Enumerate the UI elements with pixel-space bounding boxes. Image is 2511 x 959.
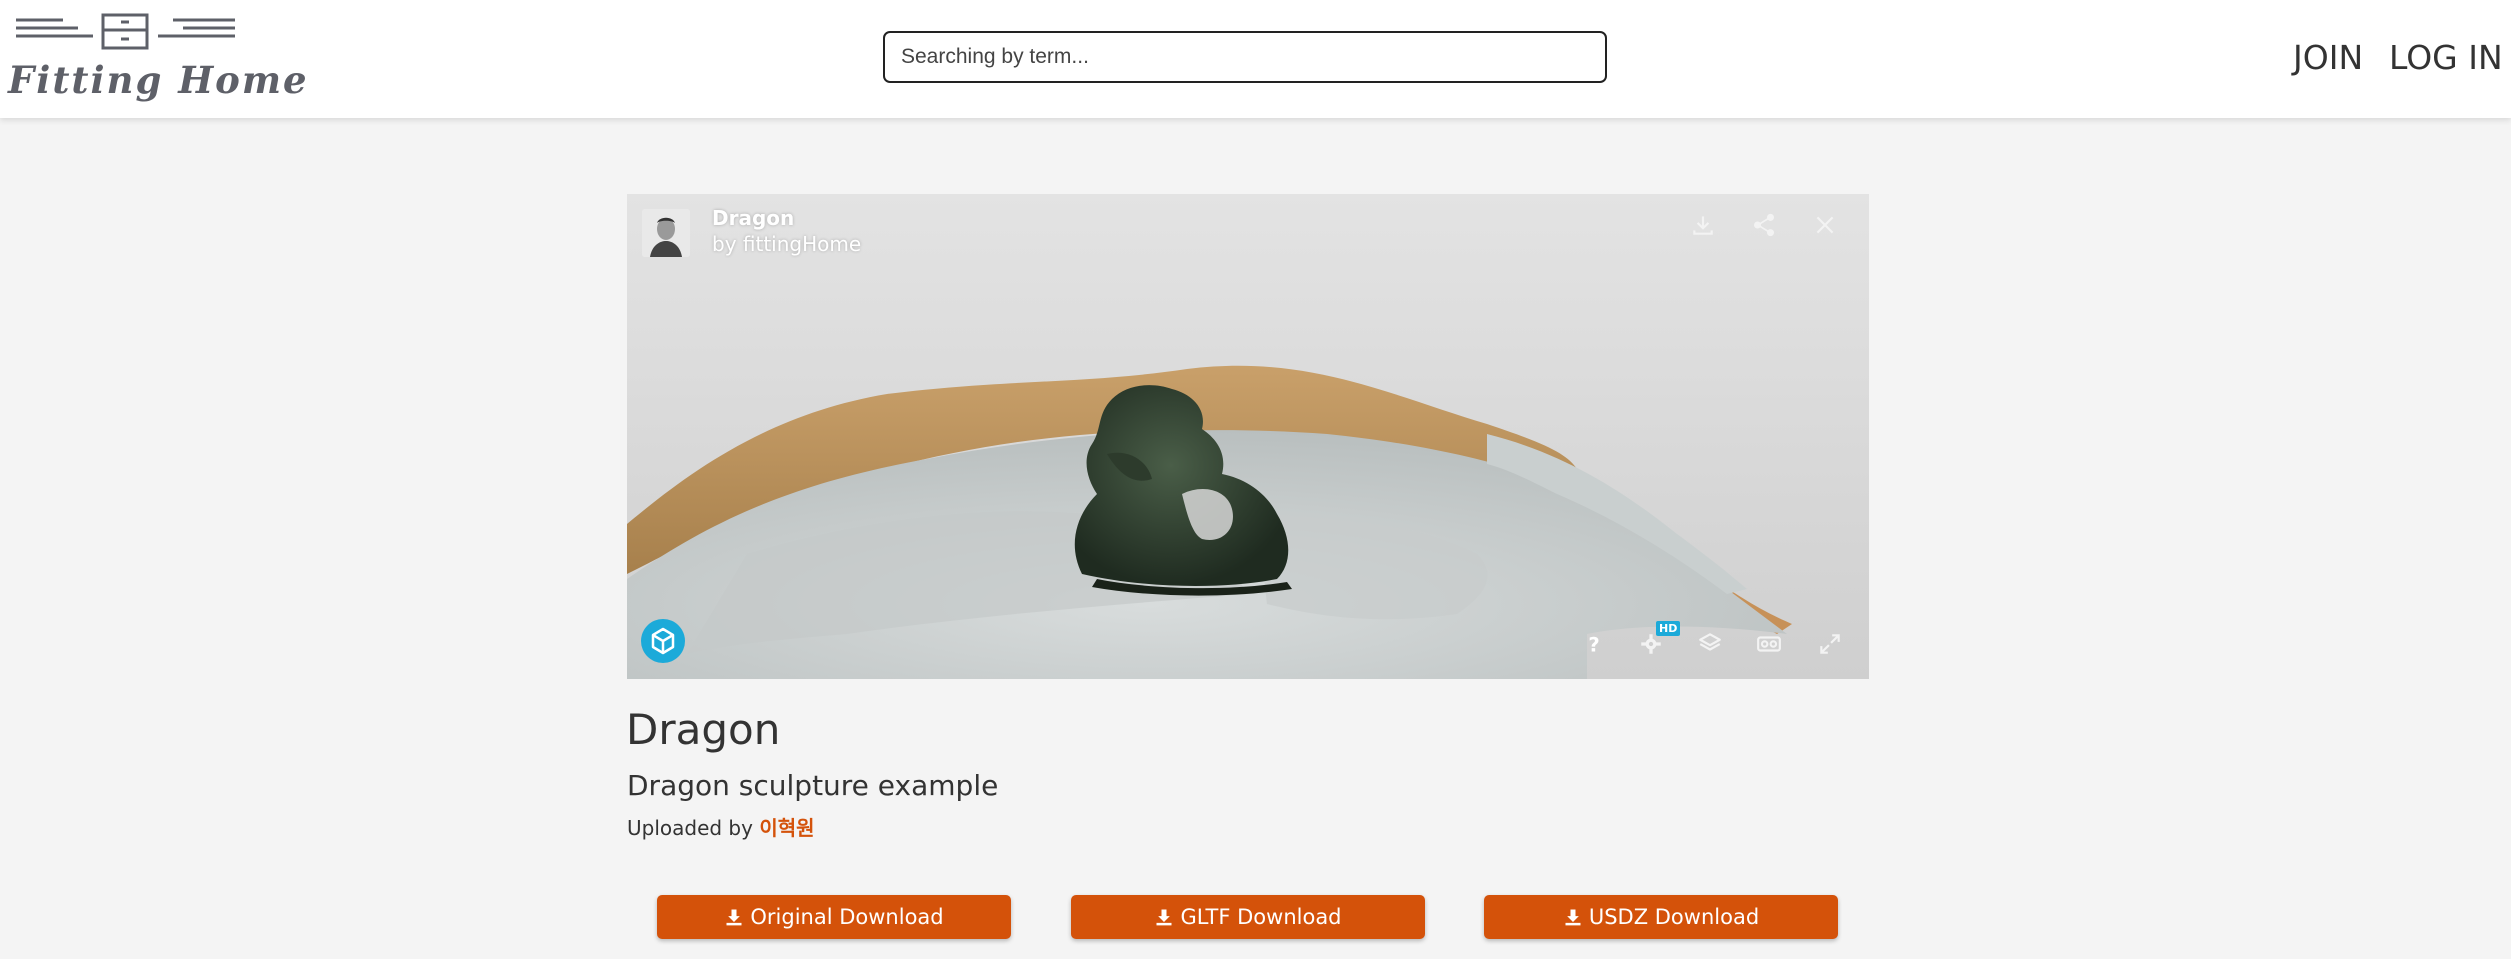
original-download-button[interactable]: Original Download bbox=[657, 895, 1011, 939]
join-link[interactable]: JOIN bbox=[2293, 38, 2363, 77]
button-label: USDZ Download bbox=[1588, 905, 1760, 929]
login-link[interactable]: LOG IN bbox=[2389, 38, 2503, 77]
close-icon[interactable] bbox=[1812, 212, 1838, 238]
download-icon bbox=[726, 909, 742, 926]
download-icon[interactable] bbox=[1690, 212, 1716, 238]
button-label: GLTF Download bbox=[1180, 905, 1342, 929]
viewer-by-prefix: by bbox=[712, 232, 737, 256]
uploader-link[interactable]: 이혁원 bbox=[759, 816, 814, 840]
cube-icon bbox=[651, 627, 675, 655]
fullscreen-icon[interactable] bbox=[1817, 631, 1843, 657]
share-icon[interactable] bbox=[1751, 212, 1777, 238]
viewer-model-title[interactable]: Dragon bbox=[712, 206, 794, 230]
viewer-author-link[interactable]: fittingHome bbox=[743, 232, 861, 256]
usdz-download-button[interactable]: USDZ Download bbox=[1484, 895, 1838, 939]
model-description: Dragon sculpture example bbox=[627, 769, 999, 802]
vr-icon[interactable] bbox=[1756, 631, 1782, 657]
furniture-logo-icon bbox=[16, 13, 235, 50]
button-label: Original Download bbox=[750, 905, 944, 929]
search-input[interactable] bbox=[883, 31, 1607, 83]
help-icon[interactable]: ? bbox=[1581, 631, 1607, 657]
author-avatar[interactable] bbox=[642, 209, 690, 257]
viewer-author-line: by fittingHome bbox=[712, 232, 861, 256]
layers-icon[interactable] bbox=[1697, 630, 1723, 656]
top-header: Fitting Home JOIN LOG IN bbox=[0, 0, 2511, 118]
dragon-3d-scene[interactable] bbox=[627, 194, 1869, 679]
model-viewer[interactable]: Dragon by fittingHome ? HD bbox=[627, 194, 1869, 679]
hd-badge: HD bbox=[1656, 621, 1681, 636]
svg-text:?: ? bbox=[1588, 634, 1599, 657]
uploaded-by-line: Uploaded by 이혁원 bbox=[627, 812, 815, 841]
download-icon bbox=[1156, 909, 1172, 926]
download-icon bbox=[1565, 909, 1581, 926]
site-logo[interactable]: Fitting Home bbox=[8, 10, 307, 105]
gltf-download-button[interactable]: GLTF Download bbox=[1071, 895, 1425, 939]
viewer-brand-logo[interactable] bbox=[641, 619, 685, 663]
model-title: Dragon bbox=[626, 705, 781, 754]
uploaded-by-label: Uploaded by bbox=[627, 816, 753, 840]
logo-text: Fitting Home bbox=[8, 58, 309, 102]
